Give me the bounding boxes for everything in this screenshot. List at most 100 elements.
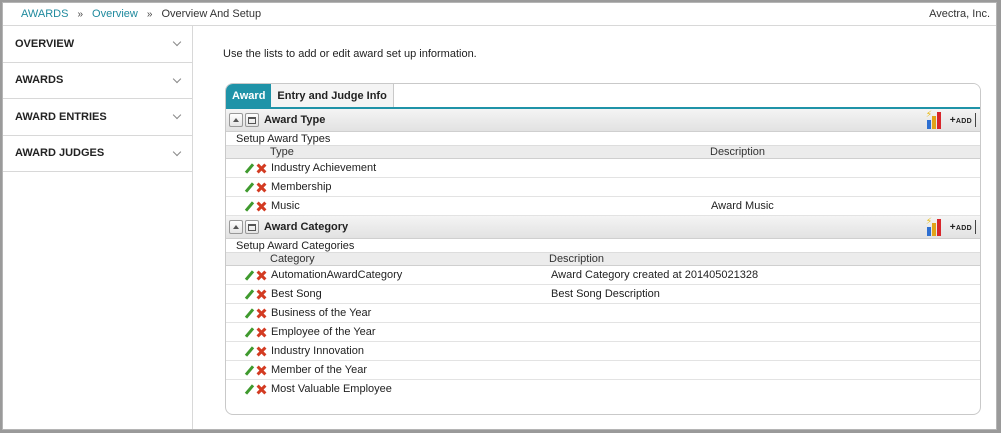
breadcrumb-overview-link[interactable]: Overview bbox=[92, 8, 138, 20]
description-cell: Award Music bbox=[711, 200, 774, 212]
chevron-down-icon bbox=[172, 74, 182, 83]
category-cell: Best Song bbox=[271, 288, 322, 300]
category-cell: Employee of the Year bbox=[271, 326, 376, 338]
column-header-description[interactable]: Description bbox=[710, 146, 765, 159]
breadcrumb-separator: » bbox=[77, 8, 84, 20]
section-subtitle: Setup Award Categories bbox=[226, 239, 980, 253]
category-cell: Industry Innovation bbox=[271, 345, 364, 357]
delete-x-icon[interactable] bbox=[256, 289, 267, 300]
breadcrumb: AWARDS » Overview » Overview And Setup A… bbox=[3, 3, 996, 26]
table-header: Type Description bbox=[226, 146, 980, 159]
table-row: Membership bbox=[226, 178, 980, 197]
delete-x-icon[interactable] bbox=[256, 365, 267, 376]
column-header-category[interactable]: Category bbox=[270, 253, 315, 266]
sidebar-item-label: AWARD JUDGES bbox=[15, 147, 105, 160]
type-cell: Music bbox=[271, 200, 300, 212]
breadcrumb-separator: » bbox=[146, 8, 153, 20]
table-row: Business of the Year bbox=[226, 304, 980, 323]
add-button[interactable]: +ADD bbox=[950, 115, 972, 126]
collapse-up-icon bbox=[233, 118, 239, 122]
tab-award[interactable]: Award bbox=[226, 84, 272, 107]
table-row: Best Song Best Song Description bbox=[226, 285, 980, 304]
description-cell: Award Category created at 201405021328 bbox=[551, 269, 759, 281]
window-button[interactable] bbox=[245, 113, 259, 127]
table-header: Category Description bbox=[226, 253, 980, 266]
edit-pencil-icon[interactable] bbox=[244, 289, 255, 300]
chevron-down-icon bbox=[172, 111, 182, 120]
award-category-header: Award Category ⚡ +ADD bbox=[226, 216, 980, 239]
edit-pencil-icon[interactable] bbox=[244, 327, 255, 338]
divider bbox=[975, 113, 976, 127]
delete-x-icon[interactable] bbox=[256, 346, 267, 357]
category-cell: Member of the Year bbox=[271, 364, 368, 376]
edit-pencil-icon[interactable] bbox=[244, 346, 255, 357]
table-row: Industry Innovation bbox=[226, 342, 980, 361]
sidebar-item-overview[interactable]: OVERVIEW bbox=[3, 26, 192, 63]
section-subtitle: Setup Award Types bbox=[226, 132, 980, 146]
type-cell: Industry Achievement bbox=[271, 162, 377, 174]
divider bbox=[975, 220, 976, 234]
delete-x-icon[interactable] bbox=[256, 163, 267, 174]
section-title: Award Category bbox=[264, 221, 349, 233]
delete-x-icon[interactable] bbox=[256, 201, 267, 212]
main-content: Use the lists to add or edit award set u… bbox=[194, 26, 996, 429]
collapse-up-icon bbox=[233, 225, 239, 229]
category-cell: Business of the Year bbox=[271, 307, 372, 319]
add-label: ADD bbox=[955, 224, 972, 232]
type-cell: Membership bbox=[271, 181, 332, 193]
delete-x-icon[interactable] bbox=[256, 308, 267, 319]
collapse-button[interactable] bbox=[229, 220, 243, 234]
edit-pencil-icon[interactable] bbox=[244, 182, 255, 193]
delete-x-icon[interactable] bbox=[256, 270, 267, 281]
add-label: ADD bbox=[955, 117, 972, 125]
table-row: Industry Achievement bbox=[226, 159, 980, 178]
chart-icon[interactable]: ⚡ bbox=[926, 216, 944, 236]
breadcrumb-awards-link[interactable]: AWARDS bbox=[21, 8, 68, 20]
award-type-header: Award Type ⚡ +ADD bbox=[226, 109, 980, 132]
chart-icon[interactable]: ⚡ bbox=[926, 109, 944, 129]
edit-pencil-icon[interactable] bbox=[244, 365, 255, 376]
table-row: AutomationAwardCategory Award Category c… bbox=[226, 266, 980, 285]
description-cell: Best Song Description bbox=[551, 288, 660, 300]
section-tools: ⚡ +ADD bbox=[926, 109, 976, 129]
sidebar-item-awards[interactable]: AWARDS bbox=[3, 63, 192, 99]
column-header-description[interactable]: Description bbox=[549, 253, 604, 266]
sidebar-item-label: OVERVIEW bbox=[15, 37, 75, 50]
chevron-down-icon bbox=[172, 147, 182, 156]
collapse-button[interactable] bbox=[229, 113, 243, 127]
tab-entry-and-judge-info[interactable]: Entry and Judge Info bbox=[271, 84, 394, 107]
setup-panel: Award Entry and Judge Info Award Type ⚡ … bbox=[225, 83, 981, 415]
breadcrumb-current: Overview And Setup bbox=[161, 8, 262, 20]
category-cell: Most Valuable Employee bbox=[271, 383, 392, 395]
window-button[interactable] bbox=[245, 220, 259, 234]
table-row: Member of the Year bbox=[226, 361, 980, 380]
chevron-down-icon bbox=[172, 38, 182, 47]
sidebar-item-award-judges[interactable]: AWARD JUDGES bbox=[3, 136, 192, 172]
sidebar-item-label: AWARDS bbox=[15, 74, 64, 87]
window-icon bbox=[248, 223, 256, 231]
delete-x-icon[interactable] bbox=[256, 384, 267, 395]
add-button[interactable]: +ADD bbox=[950, 222, 972, 233]
table-row: Music Award Music bbox=[226, 197, 980, 216]
window-icon bbox=[248, 116, 256, 124]
sidebar: OVERVIEW AWARDS AWARD ENTRIES AWARD JUDG… bbox=[3, 26, 193, 429]
app-frame: AWARDS » Overview » Overview And Setup A… bbox=[2, 2, 997, 430]
category-cell: AutomationAwardCategory bbox=[271, 269, 403, 281]
delete-x-icon[interactable] bbox=[256, 327, 267, 338]
sidebar-item-award-entries[interactable]: AWARD ENTRIES bbox=[3, 99, 192, 136]
sidebar-item-label: AWARD ENTRIES bbox=[15, 110, 107, 123]
table-row: Most Valuable Employee bbox=[226, 380, 980, 399]
column-header-type[interactable]: Type bbox=[270, 146, 294, 159]
table-row: Employee of the Year bbox=[226, 323, 980, 342]
edit-pencil-icon[interactable] bbox=[244, 201, 255, 212]
delete-x-icon[interactable] bbox=[256, 182, 267, 193]
section-title: Award Type bbox=[264, 114, 326, 126]
company-name: Avectra, Inc. bbox=[929, 8, 990, 20]
edit-pencil-icon[interactable] bbox=[244, 308, 255, 319]
edit-pencil-icon[interactable] bbox=[244, 384, 255, 395]
edit-pencil-icon[interactable] bbox=[244, 270, 255, 281]
intro-text: Use the lists to add or edit award set u… bbox=[223, 48, 477, 60]
section-tools: ⚡ +ADD bbox=[926, 216, 976, 236]
tab-bar: Award Entry and Judge Info bbox=[226, 84, 980, 109]
edit-pencil-icon[interactable] bbox=[244, 163, 255, 174]
